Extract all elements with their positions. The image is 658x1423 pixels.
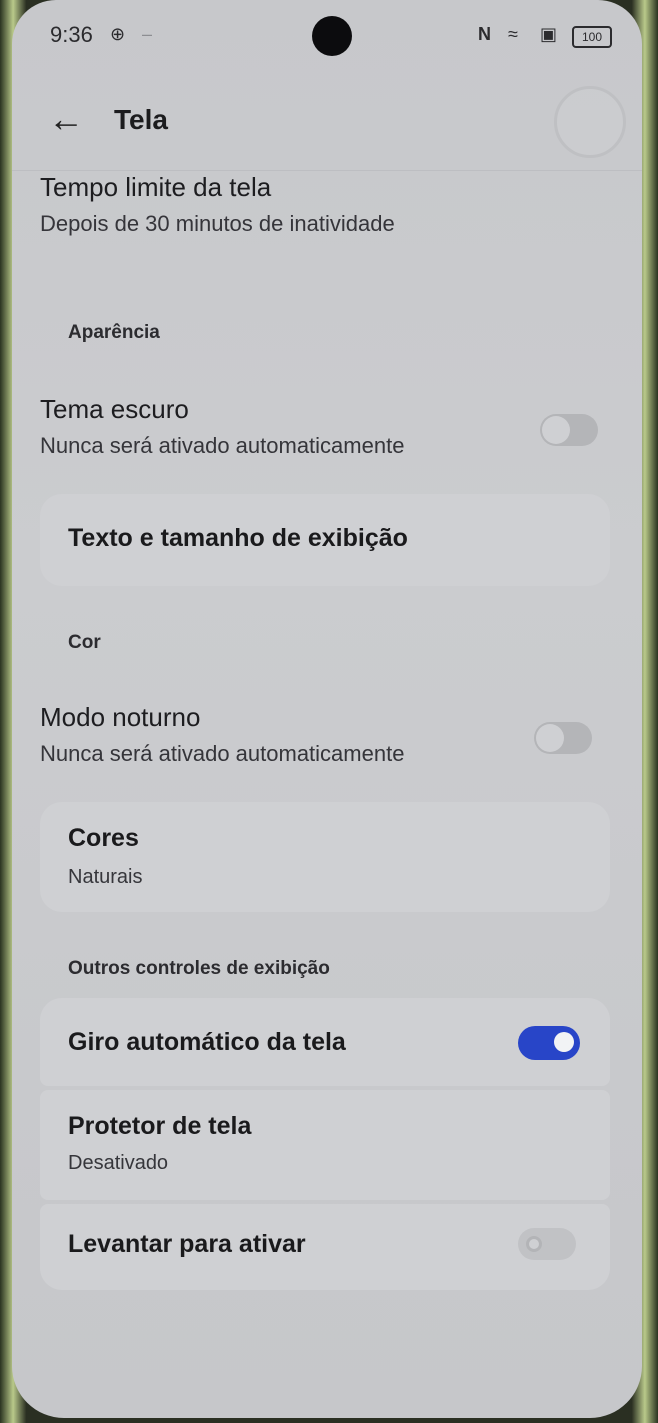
app-bar: ← Tela (12, 80, 642, 171)
screensaver-subtitle: Desativado (68, 1152, 169, 1174)
navigation-bar (12, 1376, 642, 1396)
status-bar: 9:36 ⊕ – N ≈ ▣ 100 (12, 0, 642, 70)
night-mode-toggle[interactable] (534, 722, 592, 754)
lift-to-wake-toggle[interactable] (518, 1228, 576, 1260)
dark-theme-item[interactable]: Tema escuro Nunca será ativado automatic… (40, 394, 610, 468)
nfc-icon: N (478, 24, 491, 44)
screensaver-title: Protetor de tela (68, 1112, 252, 1140)
screen: 9:36 ⊕ – N ≈ ▣ 100 ← Tela Tempo limite d… (12, 0, 642, 1418)
section-appearance: Aparência (68, 322, 160, 343)
screen-timeout-title: Tempo limite da tela (40, 172, 272, 202)
screen-timeout-item[interactable]: Tempo limite da tela Depois de 30 minuto… (40, 172, 610, 237)
auto-rotate-toggle[interactable] (518, 1026, 580, 1060)
lift-to-wake-title: Levantar para ativar (68, 1230, 306, 1258)
lift-to-wake-item[interactable]: Levantar para ativar (40, 1204, 610, 1290)
sim-icon: ▣ (540, 24, 558, 44)
battery-icon: 100 (572, 26, 612, 48)
vpn-icon: ⊕ (110, 24, 126, 44)
section-other-display: Outros controles de exibição (68, 958, 330, 979)
device-frame: 9:36 ⊕ – N ≈ ▣ 100 ← Tela Tempo limite d… (0, 0, 658, 1423)
page-title: Tela (114, 104, 168, 135)
wifi-icon: ≈ (508, 24, 518, 44)
colors-item[interactable]: Cores Naturais (40, 802, 610, 912)
assistant-circle-button[interactable] (554, 86, 626, 158)
status-time: 9:36 (50, 22, 93, 47)
colors-title: Cores (68, 824, 139, 852)
colors-subtitle: Naturais (68, 866, 143, 888)
dark-theme-toggle[interactable] (540, 414, 598, 446)
night-mode-title: Modo noturno (40, 702, 201, 732)
text-size-title: Texto e tamanho de exibição (68, 524, 408, 552)
text-size-item[interactable]: Texto e tamanho de exibição (40, 494, 610, 586)
minus-icon: – (142, 24, 153, 44)
screen-timeout-subtitle: Depois de 30 minutos de inatividade (40, 211, 395, 236)
night-mode-subtitle: Nunca será ativado automaticamente (40, 741, 405, 766)
dark-theme-title: Tema escuro (40, 394, 189, 424)
section-color: Cor (68, 632, 101, 653)
auto-rotate-item[interactable]: Giro automático da tela (40, 998, 610, 1086)
camera-cutout (312, 16, 352, 56)
dark-theme-subtitle: Nunca será ativado automaticamente (40, 433, 405, 458)
auto-rotate-title: Giro automático da tela (68, 1028, 346, 1056)
back-arrow-icon[interactable]: ← (48, 98, 84, 140)
night-mode-item[interactable]: Modo noturno Nunca será ativado automati… (40, 702, 610, 776)
screensaver-item[interactable]: Protetor de tela Desativado (40, 1090, 610, 1200)
